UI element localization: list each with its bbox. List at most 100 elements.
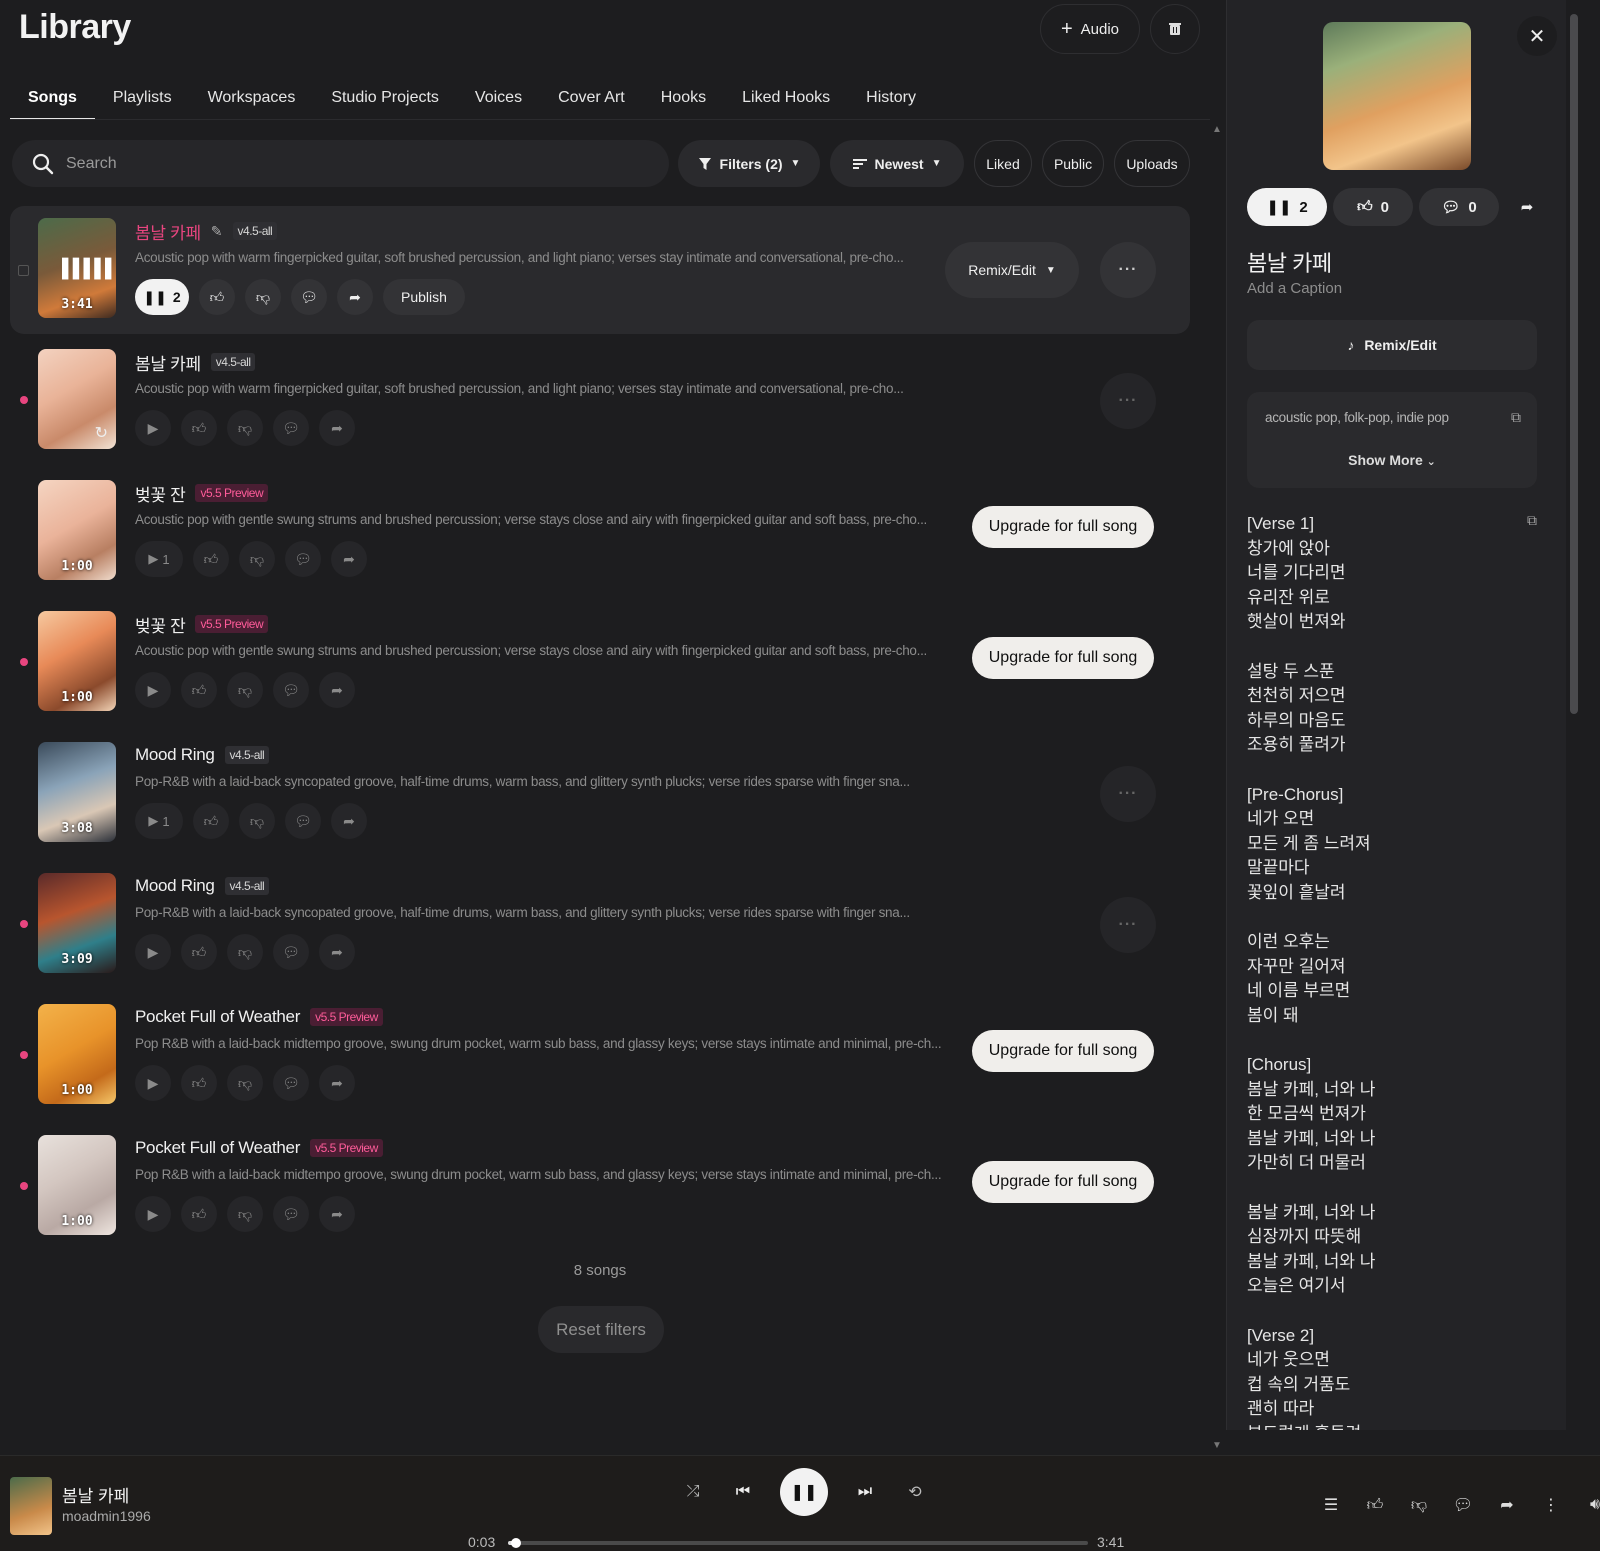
player-more-button[interactable]: ⋮ (1538, 1492, 1564, 1518)
play-button[interactable]: ▶ 1 (135, 541, 183, 577)
play-button[interactable]: ▶ (135, 672, 171, 708)
tab-liked-hooks[interactable]: Liked Hooks (724, 80, 848, 120)
comment-button[interactable]: 💬︎ (273, 934, 309, 970)
more-options-button[interactable]: ··· (1100, 766, 1156, 822)
detail-remix-button[interactable]: ♪ Remix/Edit (1247, 320, 1537, 370)
add-caption[interactable]: Add a Caption (1247, 280, 1342, 297)
song-title[interactable]: Pocket Full of Weather (135, 1007, 300, 1027)
player-dislike-button[interactable]: 👎︎ (1406, 1492, 1432, 1518)
song-title[interactable]: Mood Ring (135, 876, 215, 896)
pause-button[interactable]: ❚❚ 2 (135, 279, 189, 315)
song-title[interactable]: 봄날 카페 (135, 350, 201, 375)
player-cover[interactable] (10, 1477, 52, 1535)
next-button[interactable]: ⏭ (852, 1479, 878, 1505)
publish-button[interactable]: Publish (383, 279, 465, 315)
song-title[interactable]: Pocket Full of Weather (135, 1138, 300, 1158)
like-button[interactable]: 👍︎ (193, 803, 229, 839)
detail-cover[interactable] (1323, 22, 1471, 170)
like-button[interactable]: 👍︎ (199, 279, 235, 315)
search-input[interactable] (66, 154, 626, 173)
like-button[interactable]: 👍︎ (181, 1196, 217, 1232)
detail-comment-button[interactable]: 💬︎ 0 (1419, 188, 1499, 226)
dislike-button[interactable]: 👎︎ (239, 541, 275, 577)
show-more-button[interactable]: Show More ⌄ (1247, 452, 1537, 468)
shuffle-button[interactable]: ⤮ (680, 1479, 706, 1505)
previous-button[interactable]: ⏮ (730, 1479, 756, 1505)
song-cover[interactable]: 3:09 (38, 873, 116, 973)
song-row[interactable]: 1:00 벚꽃 잔 v5.5 Preview Acoustic pop with… (10, 599, 1190, 730)
more-options-button[interactable]: ··· (1100, 373, 1156, 429)
copy-icon[interactable]: ⧉ (1511, 409, 1521, 426)
comment-button[interactable]: 💬︎ (285, 541, 321, 577)
dislike-button[interactable]: 👎︎ (227, 672, 263, 708)
detail-share-button[interactable]: ➦ (1505, 188, 1549, 226)
queue-button[interactable]: ☰ (1318, 1492, 1344, 1518)
reset-filters-button[interactable]: Reset filters (538, 1306, 664, 1353)
tab-workspaces[interactable]: Workspaces (190, 80, 314, 120)
play-button[interactable]: ▶ (135, 1196, 171, 1232)
more-options-button[interactable]: ··· (1100, 897, 1156, 953)
comment-button[interactable]: 💬︎ (273, 1196, 309, 1232)
tab-history[interactable]: History (848, 80, 934, 120)
song-title[interactable]: 벚꽃 잔 (135, 481, 186, 506)
player-pause-button[interactable]: ❚❚ (780, 1468, 828, 1516)
detail-pause-button[interactable]: ❚❚ 2 (1247, 188, 1327, 226)
like-button[interactable]: 👍︎ (181, 1065, 217, 1101)
liked-filter-chip[interactable]: Liked (974, 140, 1032, 187)
dislike-button[interactable]: 👎︎ (245, 279, 281, 315)
play-button[interactable]: ▶ 1 (135, 803, 183, 839)
delete-button[interactable] (1150, 4, 1200, 54)
song-cover[interactable]: 1:00 (38, 1004, 116, 1104)
progress-bar[interactable] (508, 1538, 1088, 1548)
song-title[interactable]: 벚꽃 잔 (135, 612, 186, 637)
filters-button[interactable]: Filters (2) ▼ (678, 140, 820, 187)
sort-button[interactable]: Newest ▼ (830, 140, 964, 187)
upgrade-button[interactable]: Upgrade for full song (972, 1030, 1154, 1072)
scroll-down-arrow[interactable]: ▼ (1212, 1440, 1222, 1451)
dislike-button[interactable]: 👎︎ (227, 934, 263, 970)
more-options-button[interactable]: ··· (1100, 242, 1156, 298)
song-cover[interactable]: 1:00 (38, 480, 116, 580)
play-button[interactable]: ▶ (135, 410, 171, 446)
share-button[interactable]: ➦ (319, 934, 355, 970)
comment-button[interactable]: 💬︎ (285, 803, 321, 839)
player-artist[interactable]: moadmin1996 (62, 1508, 151, 1524)
upgrade-button[interactable]: Upgrade for full song (972, 1161, 1154, 1203)
public-filter-chip[interactable]: Public (1042, 140, 1104, 187)
add-audio-button[interactable]: + Audio (1040, 4, 1140, 54)
song-row[interactable]: ▌▌▌▌▌ 3:41 봄날 카페 ✎ v4.5-all Acoustic pop… (10, 206, 1190, 334)
select-checkbox[interactable] (18, 265, 29, 276)
like-button[interactable]: 👍︎ (181, 672, 217, 708)
player-comment-button[interactable]: 💬︎ (1450, 1492, 1476, 1518)
close-panel-button[interactable]: ✕ (1517, 16, 1557, 56)
progress-handle[interactable] (511, 1538, 522, 1548)
comment-button[interactable]: 💬︎ (273, 410, 309, 446)
share-button[interactable]: ➦ (319, 1196, 355, 1232)
dislike-button[interactable]: 👎︎ (227, 410, 263, 446)
song-row[interactable]: 1:00 Pocket Full of Weather v5.5 Preview… (10, 1123, 1190, 1254)
uploads-filter-chip[interactable]: Uploads (1114, 140, 1190, 187)
volume-button[interactable]: 🔊︎ (1582, 1492, 1600, 1518)
comment-button[interactable]: 💬︎ (273, 1065, 309, 1101)
song-row[interactable]: 1:00 Pocket Full of Weather v5.5 Preview… (10, 992, 1190, 1123)
like-button[interactable]: 👍︎ (193, 541, 229, 577)
song-row[interactable]: 3:08 Mood Ring v4.5-all Pop-R&B with a l… (10, 730, 1190, 861)
copy-lyrics-icon[interactable]: ⧉ (1527, 512, 1537, 529)
song-row[interactable]: 1:00 벚꽃 잔 v5.5 Preview Acoustic pop with… (10, 468, 1190, 599)
detail-scrollbar-thumb[interactable] (1570, 14, 1578, 714)
comment-button[interactable]: 💬︎ (273, 672, 309, 708)
detail-like-button[interactable]: 👍︎ 0 (1333, 188, 1413, 226)
share-button[interactable]: ➦ (337, 279, 373, 315)
song-cover[interactable]: 3:08 (38, 742, 116, 842)
song-cover[interactable]: ▌▌▌▌▌ 3:41 (38, 218, 116, 318)
song-cover[interactable]: 1:00 (38, 1135, 116, 1235)
song-title[interactable]: Mood Ring (135, 745, 215, 765)
remix-edit-button[interactable]: Remix/Edit ▼ (945, 242, 1079, 298)
dislike-button[interactable]: 👎︎ (239, 803, 275, 839)
song-cover[interactable]: ↻ (38, 349, 116, 449)
song-title[interactable]: 봄날 카페 (135, 219, 201, 244)
play-button[interactable]: ▶ (135, 1065, 171, 1101)
dislike-button[interactable]: 👎︎ (227, 1065, 263, 1101)
share-button[interactable]: ➦ (331, 803, 367, 839)
dislike-button[interactable]: 👎︎ (227, 1196, 263, 1232)
